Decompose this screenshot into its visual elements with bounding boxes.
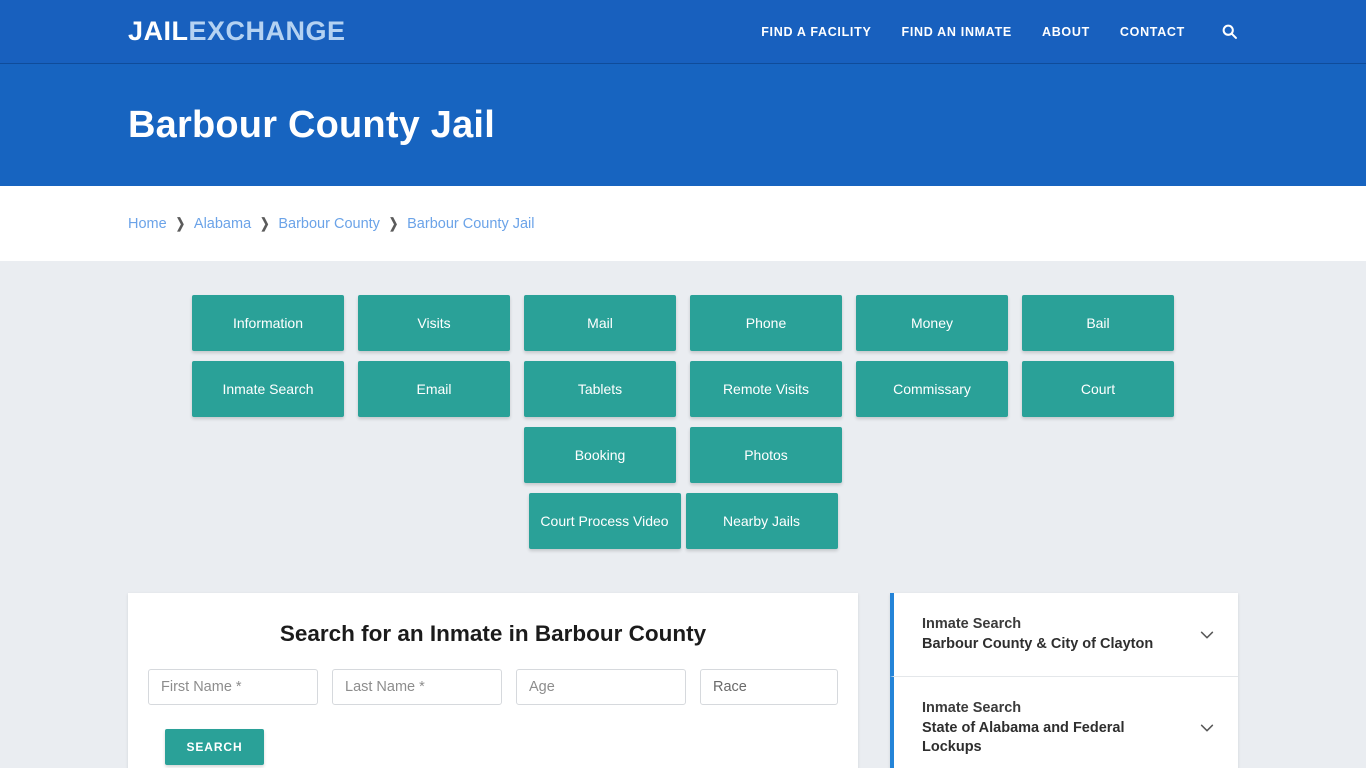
inmate-search-heading: Search for an Inmate in Barbour County (279, 621, 707, 646)
main-content: Information Visits Mail Phone Money Bail… (0, 261, 1366, 768)
breadcrumb-item-home[interactable]: Home (128, 216, 167, 232)
accordion-item-line-1: Inmate Search (922, 616, 1022, 632)
main-navigation: FIND A FACILITY FIND AN INMATE ABOUT CON… (761, 23, 1238, 40)
accordion-item-line-1: Inmate Search (922, 700, 1022, 717)
tile-phone[interactable]: Phone (690, 295, 842, 351)
breadcrumb: Home ❯ Alabama ❯ Barbour County ❯ Barbou… (128, 216, 534, 232)
inmate-search-card: Search for an Inmate in Barbour County R… (128, 593, 858, 768)
chevron-down-icon[interactable] (1198, 719, 1216, 737)
accordion-item-text: Inmate Search Barbour County & City of C… (922, 615, 1153, 654)
nav-item-about[interactable]: ABOUT (1042, 25, 1090, 39)
tile-bail[interactable]: Bail (1022, 295, 1174, 351)
chevron-right-icon: ❯ (175, 216, 185, 232)
breadcrumb-item-alabama[interactable]: Alabama (194, 216, 251, 232)
race-select[interactable]: Race (700, 669, 838, 705)
hero-banner: Barbour County Jail (0, 64, 1366, 186)
search-submit-button[interactable]: SEARCH (165, 729, 264, 765)
breadcrumb-item-barbour-county-jail[interactable]: Barbour County Jail (407, 216, 534, 232)
first-name-input[interactable] (148, 669, 318, 705)
tile-commissary[interactable]: Commissary (856, 361, 1008, 417)
accordion-item-inmate-search-county[interactable]: Inmate Search Barbour County & City of C… (890, 593, 1238, 678)
breadcrumb-bar: Home ❯ Alabama ❯ Barbour County ❯ Barbou… (0, 186, 1366, 261)
search-icon[interactable] (1221, 23, 1238, 40)
chevron-down-icon[interactable] (1198, 626, 1216, 644)
tile-mail[interactable]: Mail (524, 295, 676, 351)
tile-tablets[interactable]: Tablets (524, 361, 676, 417)
tile-remote-visits[interactable]: Remote Visits (690, 361, 842, 417)
tile-inmate-search[interactable]: Inmate Search (192, 361, 344, 417)
nav-item-find-a-facility[interactable]: FIND A FACILITY (761, 25, 871, 39)
primary-column: Search for an Inmate in Barbour County R… (128, 593, 858, 768)
content-columns: Search for an Inmate in Barbour County R… (128, 593, 1238, 768)
sidebar-column: Inmate Search Barbour County & City of C… (890, 593, 1238, 768)
site-logo[interactable]: JAILEXCHANGE (128, 18, 346, 45)
tile-court[interactable]: Court (1022, 361, 1174, 417)
accordion-item-line-2: State of Alabama and Federal Lockups (922, 719, 1125, 756)
tile-visits[interactable]: Visits (358, 295, 510, 351)
tile-photos[interactable]: Photos (690, 427, 842, 483)
tile-nearby-jails[interactable]: Nearby Jails (685, 493, 838, 549)
facility-tile-nav-row-3: Court Process Video Nearby Jails (133, 493, 1233, 549)
sidebar-accordion: Inmate Search Barbour County & City of C… (890, 593, 1238, 768)
accordion-item-line-2: Barbour County & City of Clayton (922, 635, 1154, 652)
tile-information[interactable]: Information (192, 295, 344, 351)
facility-tile-nav: Information Visits Mail Phone Money Bail… (133, 295, 1233, 483)
last-name-input[interactable] (332, 669, 502, 705)
accordion-item-text: Inmate Search State of Alabama and Feder… (922, 699, 1186, 758)
logo-text-primary: JAIL (128, 16, 189, 46)
tile-email[interactable]: Email (358, 361, 510, 417)
tile-booking[interactable]: Booking (524, 427, 676, 483)
accordion-item-inmate-search-state[interactable]: Inmate Search State of Alabama and Feder… (890, 677, 1238, 768)
site-header: JAILEXCHANGE FIND A FACILITY FIND AN INM… (0, 0, 1366, 64)
nav-item-contact[interactable]: CONTACT (1120, 25, 1185, 39)
tile-court-process-video[interactable]: Court Process Video (528, 493, 681, 549)
chevron-right-icon: ❯ (260, 216, 270, 232)
breadcrumb-item-barbour-county[interactable]: Barbour County (278, 216, 380, 232)
page-title: Barbour County Jail (128, 103, 495, 146)
logo-text-secondary: EXCHANGE (188, 16, 346, 46)
age-input[interactable] (516, 669, 686, 705)
nav-item-find-an-inmate[interactable]: FIND AN INMATE (901, 25, 1011, 39)
inmate-search-fields: Race (146, 669, 840, 705)
tile-money[interactable]: Money (856, 295, 1008, 351)
chevron-right-icon: ❯ (388, 216, 399, 232)
